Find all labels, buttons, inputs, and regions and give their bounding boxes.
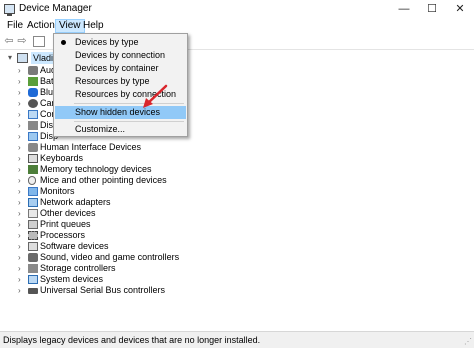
status-text: Displays legacy devices and devices that… — [3, 335, 261, 345]
status-bar: Displays legacy devices and devices that… — [0, 331, 474, 348]
annotation-arrow — [143, 84, 168, 108]
resize-grip-icon[interactable]: ⋰ — [464, 337, 472, 346]
